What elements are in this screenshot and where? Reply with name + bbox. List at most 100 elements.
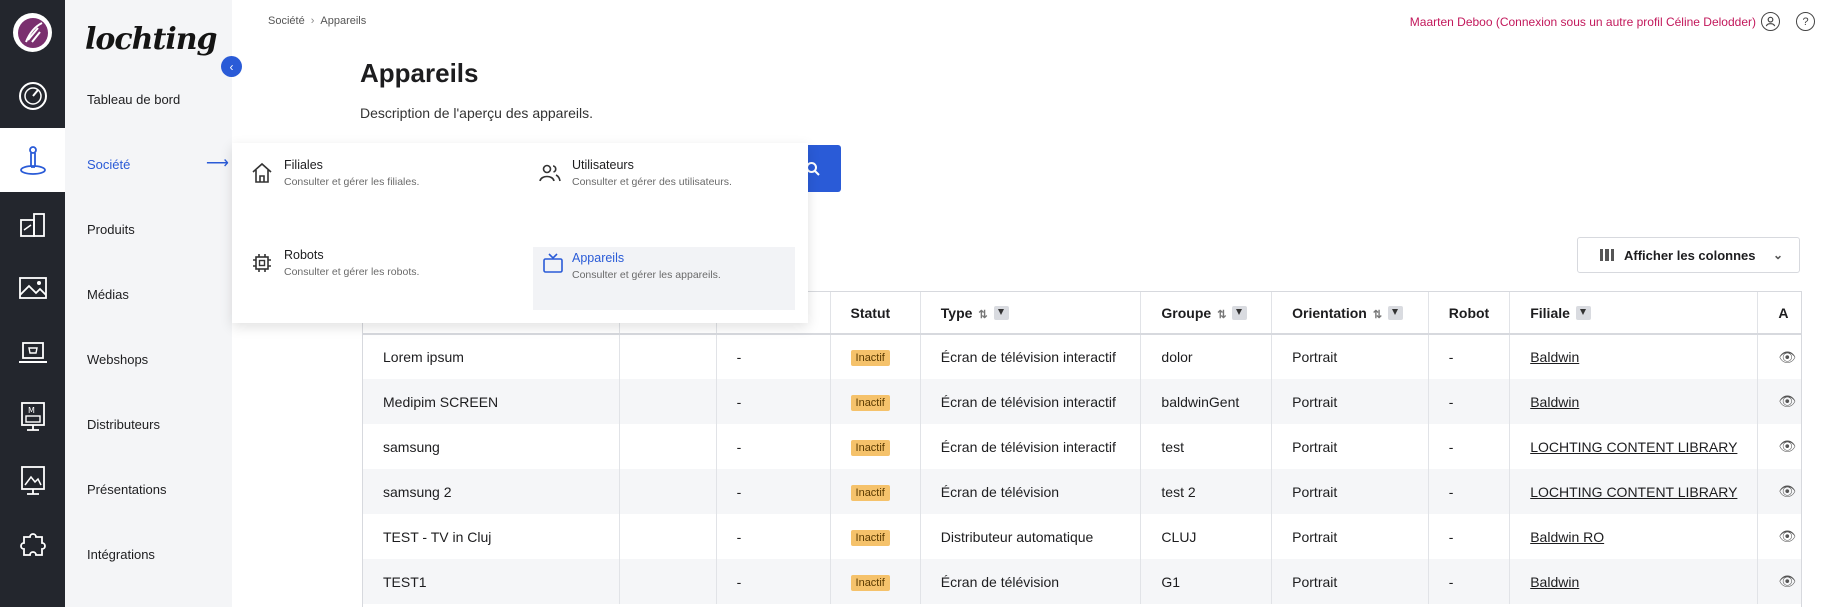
device-type: Distributeur automatique	[920, 514, 1142, 559]
device-robot: -	[1428, 334, 1511, 379]
status-badge: Inactif	[850, 394, 890, 411]
submenu-item-robots[interactable]: Robots Consulter et gérer les robots.	[232, 233, 494, 296]
branch-cell: Baldwin	[1509, 334, 1759, 379]
help-icon[interactable]: ?	[1796, 12, 1815, 31]
actions-cell: 👁	[1757, 424, 1801, 469]
actions-cell: 👁	[1757, 334, 1801, 379]
cell-empty	[619, 424, 717, 469]
device-ids: -	[716, 559, 831, 604]
company-icon[interactable]	[0, 128, 65, 192]
sort-icon[interactable]: ⇅	[1217, 309, 1226, 321]
branch-cell: LOCHTING CONTENT LIBRARY	[1509, 424, 1759, 469]
distributors-icon[interactable]: M	[0, 384, 65, 448]
view-icon[interactable]: 👁	[1778, 528, 1796, 544]
view-icon[interactable]: 👁	[1778, 393, 1796, 409]
breadcrumb-item[interactable]: Société	[268, 15, 305, 27]
branch-link[interactable]: Baldwin	[1530, 349, 1579, 365]
branch-link[interactable]: Baldwin	[1530, 574, 1579, 590]
column-header-robot[interactable]: Robot	[1428, 292, 1511, 335]
branch-link[interactable]: LOCHTING CONTENT LIBRARY	[1530, 439, 1737, 455]
filter-icon[interactable]	[1575, 305, 1591, 320]
dashboard-icon[interactable]	[0, 64, 65, 128]
submenu-item-users[interactable]: Utilisateurs Consulter et gérer des util…	[520, 143, 782, 206]
integrations-icon[interactable]	[0, 512, 65, 576]
column-header-branch-label: Filiale	[1530, 304, 1570, 321]
device-ids: -	[716, 424, 831, 469]
view-icon[interactable]: 👁	[1778, 573, 1796, 589]
table-row[interactable]: samsung - Inactif Écran de télévision in…	[363, 424, 1801, 469]
branch-cell: Baldwin	[1509, 559, 1759, 604]
collapse-sidebar-button[interactable]: ‹	[221, 56, 242, 77]
table-row[interactable]: Medipim SCREEN - Inactif Écran de télévi…	[363, 379, 1801, 424]
view-icon[interactable]: 👁	[1778, 349, 1796, 365]
device-robot: -	[1428, 379, 1511, 424]
breadcrumb-item[interactable]: Appareils	[320, 15, 366, 27]
column-header-branch[interactable]: Filiale	[1509, 292, 1759, 335]
presentations-icon[interactable]	[0, 448, 65, 512]
page-description: Description de l'aperçu des appareils.	[360, 105, 594, 121]
submenu-item-desc: Consulter et gérer des utilisateurs.	[572, 176, 732, 188]
sidebar-item-presentations[interactable]: Présentations	[87, 482, 167, 497]
submenu-item-branches[interactable]: Filiales Consulter et gérer les filiales…	[232, 143, 494, 206]
chip-icon	[253, 254, 271, 272]
sidebar-item-dashboard[interactable]: Tableau de bord	[87, 92, 180, 107]
device-ids: -	[716, 379, 831, 424]
sidebar-item-company[interactable]: Société	[87, 157, 130, 172]
view-icon[interactable]: 👁	[1778, 438, 1796, 454]
table-row[interactable]: TEST - TV in Cluj - Inactif Distributeur…	[363, 514, 1801, 559]
table-row[interactable]: TEST1 - Inactif Écran de télévision G1 P…	[363, 559, 1801, 604]
user-avatar-icon[interactable]	[1761, 12, 1780, 31]
house-icon	[252, 162, 272, 183]
status-cell: Inactif	[830, 514, 921, 559]
device-type: Écran de télévision	[920, 559, 1142, 604]
branch-cell: LOCHTING CONTENT LIBRARY	[1509, 469, 1759, 514]
column-header-type[interactable]: Type ⇅	[920, 292, 1142, 335]
device-group: CLUJ	[1140, 514, 1273, 559]
sort-icon[interactable]: ⇅	[978, 309, 987, 321]
sort-icon[interactable]: ⇅	[1373, 309, 1382, 321]
chevron-down-icon: ⌄	[1772, 248, 1783, 262]
column-header-status[interactable]: Statut	[830, 292, 921, 335]
device-name: samsung 2	[363, 469, 620, 514]
device-name: samsung	[363, 424, 620, 469]
devices-table: Ds Statut Type⇅ Groupe⇅ Orientation⇅ Rob…	[362, 291, 1802, 607]
breadcrumb: Société › Appareils	[268, 15, 366, 27]
filter-icon[interactable]	[993, 305, 1009, 320]
device-group: dolor	[1140, 334, 1273, 379]
actions-cell: 👁	[1757, 379, 1801, 424]
device-ids: -	[716, 514, 831, 559]
status-badge: Inactif	[850, 350, 890, 366]
app-logo-icon[interactable]	[13, 13, 52, 52]
column-header-group[interactable]: Groupe ⇅	[1140, 292, 1273, 335]
device-name: Lorem ipsum	[363, 334, 620, 379]
branch-link[interactable]: Baldwin	[1530, 394, 1579, 410]
column-header-orientation-label: Orientation	[1292, 304, 1367, 321]
arrow-right-icon: ⟶	[206, 155, 229, 172]
branch-link[interactable]: Baldwin RO	[1530, 529, 1604, 545]
sidebar-item-media[interactable]: Médias	[87, 287, 129, 302]
branch-link[interactable]: LOCHTING CONTENT LIBRARY	[1530, 484, 1737, 500]
status-cell: Inactif	[830, 469, 921, 514]
sidebar-item-integrations[interactable]: Intégrations	[87, 547, 155, 562]
sidebar-item-distributors[interactable]: Distributeurs	[87, 417, 160, 432]
webshops-icon[interactable]	[0, 320, 65, 384]
cell-empty	[619, 559, 717, 604]
view-icon[interactable]: 👁	[1778, 483, 1796, 499]
status-badge: Inactif	[850, 484, 890, 501]
media-icon[interactable]	[0, 256, 65, 320]
products-icon[interactable]	[0, 192, 65, 256]
device-type: Écran de télévision interactif	[920, 424, 1142, 469]
filter-icon[interactable]	[1388, 305, 1404, 320]
table-row[interactable]: samsung 2 - Inactif Écran de télévision …	[363, 469, 1801, 514]
sidebar-item-products[interactable]: Produits	[87, 222, 135, 237]
sidebar-item-webshops[interactable]: Webshops	[87, 352, 148, 367]
device-orientation: Portrait	[1271, 379, 1429, 424]
table-row[interactable]: Lorem ipsum - Inactif Écran de télévisio…	[363, 334, 1801, 379]
show-columns-button[interactable]: Afficher les colonnes ⌄	[1577, 237, 1800, 273]
submenu-item-devices[interactable]: Appareils Consulter et gérer les apparei…	[533, 247, 795, 310]
submenu-item-title: Robots	[284, 248, 324, 262]
column-header-orientation[interactable]: Orientation ⇅	[1271, 292, 1429, 335]
user-identity[interactable]: Maarten Deboo (Connexion sous un autre p…	[1410, 15, 1756, 29]
filter-icon[interactable]	[1232, 305, 1248, 320]
brand-logo[interactable]: lochting	[85, 22, 218, 57]
